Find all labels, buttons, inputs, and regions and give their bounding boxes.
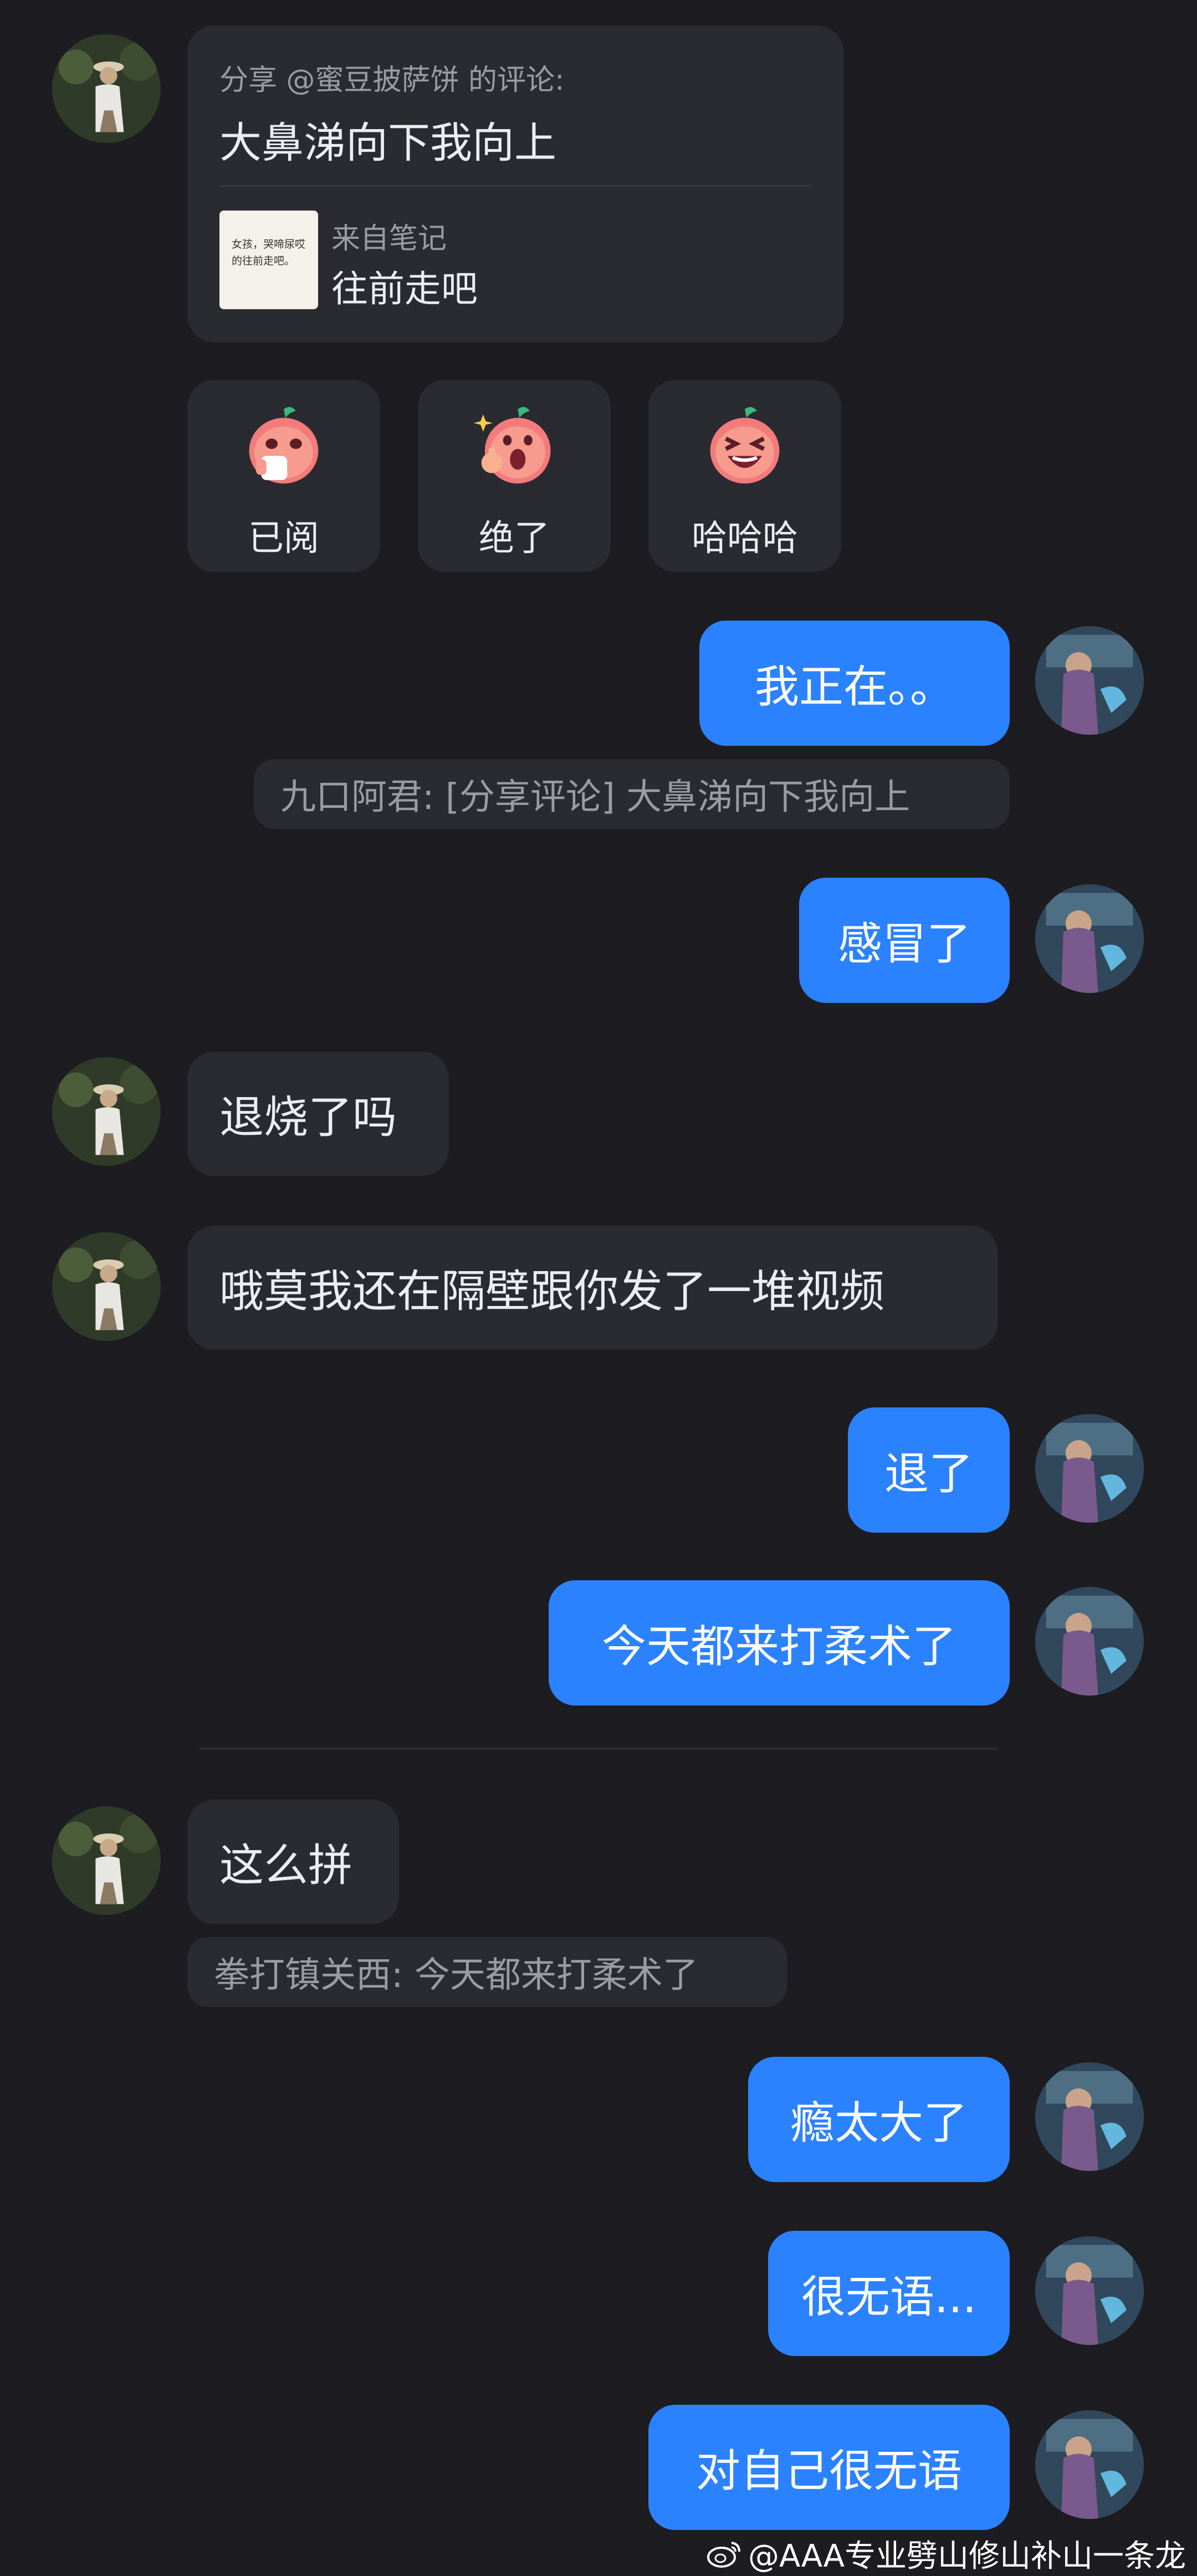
own-avatar[interactable] (1035, 884, 1144, 993)
note-thumbnail[interactable]: 女孩，哭啼尿哎的往前走吧。 (219, 211, 318, 309)
sent-message-bubble[interactable]: 今天都来打柔术了 (549, 1580, 1010, 1706)
card-divider (219, 185, 811, 187)
reaction-amazed-button[interactable]: 绝了 (418, 380, 611, 572)
time-divider (200, 1748, 998, 1750)
shared-comment-text: 大鼻涕向下我向上 (219, 118, 556, 167)
thumbnail-text: 女孩，哭啼尿哎的往前走吧。 (232, 238, 306, 267)
sent-message-bubble[interactable]: 对自己很无语 (648, 2405, 1010, 2530)
peach-face-amazed-icon (473, 407, 551, 484)
note-title[interactable]: 往前走吧 (331, 259, 478, 313)
own-avatar[interactable] (1035, 2062, 1144, 2171)
share-label: 分享 @蜜豆披萨饼 的评论: (219, 64, 565, 97)
sent-message-bubble[interactable]: 很无语... (768, 2231, 1010, 2356)
shared-comment-card[interactable]: 分享 @蜜豆披萨饼 的评论: 大鼻涕向下我向上 女孩，哭啼尿哎的往前走吧。 来自… (187, 25, 843, 342)
peach-face-read-icon (249, 407, 319, 484)
sent-message-bubble[interactable]: 感冒了 (799, 878, 1010, 1003)
reaction-label: 已阅 (248, 518, 319, 559)
own-avatar[interactable] (1035, 1587, 1144, 1696)
own-avatar[interactable] (1035, 626, 1144, 735)
quoted-reply[interactable]: 九口阿君: [分享评论] 大鼻涕向下我向上 (254, 759, 1010, 829)
contact-avatar[interactable] (52, 1057, 161, 1166)
contact-avatar[interactable] (52, 1232, 161, 1341)
received-message-bubble[interactable]: 退烧了吗 (187, 1052, 449, 1176)
weibo-watermark: @AAA专业劈山修山补山一条龙 (706, 2531, 1186, 2576)
weibo-icon (707, 2541, 740, 2568)
reaction-label: 哈哈哈 (692, 518, 798, 559)
own-avatar[interactable] (1035, 2410, 1144, 2519)
contact-avatar[interactable] (52, 1806, 161, 1915)
watermark-text: @AAA专业劈山修山补山一条龙 (748, 2538, 1186, 2574)
own-avatar[interactable] (1035, 1414, 1144, 1523)
contact-avatar[interactable] (52, 34, 161, 143)
reaction-read-button[interactable]: 已阅 (187, 380, 380, 572)
received-message-bubble[interactable]: 这么拼 (187, 1800, 399, 1924)
received-message-bubble[interactable]: 哦莫我还在隔壁跟你发了一堆视频 (187, 1226, 998, 1350)
sent-message-bubble[interactable]: 瘾太大了 (748, 2057, 1010, 2182)
peach-face-laughing-icon (710, 407, 780, 484)
sent-message-bubble[interactable]: 我正在。。 (699, 621, 1010, 746)
own-avatar[interactable] (1035, 2236, 1144, 2345)
note-source-label: 来自笔记 (331, 222, 447, 255)
quoted-reply[interactable]: 拳打镇关西: 今天都来打柔术了 (187, 1937, 787, 2007)
reaction-label: 绝了 (479, 518, 550, 559)
reaction-laugh-button[interactable]: 哈哈哈 (648, 380, 841, 572)
sent-message-bubble[interactable]: 退了 (848, 1407, 1010, 1533)
